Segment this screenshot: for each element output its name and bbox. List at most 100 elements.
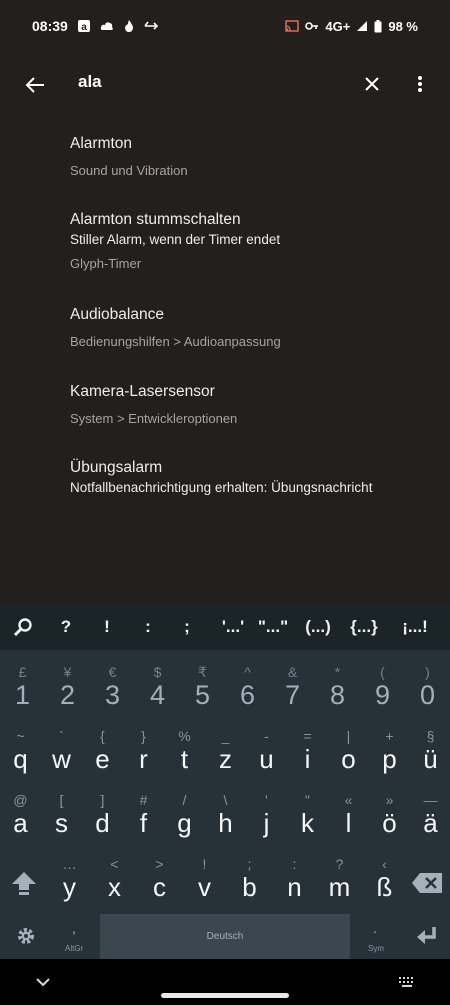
result-title: Kamera-Lasersensor: [70, 383, 215, 400]
key-k[interactable]: " k: [287, 792, 328, 840]
hide-keyboard-button[interactable]: [32, 973, 54, 991]
key-q[interactable]: ~ q: [0, 728, 41, 776]
key-9[interactable]: (9: [360, 664, 405, 712]
symbol-suggestion-key[interactable]: ?: [50, 604, 82, 650]
search-input[interactable]: ala: [78, 72, 102, 92]
keyboard-switch-button[interactable]: [396, 973, 418, 991]
key-main-label: 9: [374, 680, 391, 710]
symbol-suggestion-key[interactable]: (...): [297, 604, 339, 650]
key-hint-label: [: [59, 792, 64, 808]
key-5[interactable]: ₹5: [180, 664, 225, 712]
gear-icon: [18, 928, 34, 944]
search-result[interactable]: Alarmton Sound und Vibration: [70, 134, 440, 180]
key-1[interactable]: £1: [0, 664, 45, 712]
key-hint-label: ?: [335, 856, 344, 872]
key-f[interactable]: # f: [123, 792, 164, 840]
key-main-label: n: [287, 872, 302, 902]
key-ö[interactable]: » ö: [369, 792, 410, 840]
key-main-label: q: [13, 744, 28, 774]
search-result[interactable]: Alarmton stummschalten Stiller Alarm, we…: [70, 210, 440, 273]
altgr-label: AltGr: [65, 944, 84, 953]
key-hint-label: |: [346, 728, 351, 744]
symbol-suggestion-key[interactable]: ;: [171, 604, 203, 650]
key-t[interactable]: % t: [164, 728, 205, 776]
key-4[interactable]: $4: [135, 664, 180, 712]
key-i[interactable]: = i: [287, 728, 328, 776]
symbol-suggestion-key[interactable]: '...': [214, 604, 252, 650]
key-main-label: ß: [376, 872, 393, 902]
key-o[interactable]: | o: [328, 728, 369, 776]
comma-label: ,: [72, 920, 76, 936]
symbol-suggestion-key[interactable]: :: [132, 604, 164, 650]
key-c[interactable]: > c: [137, 856, 182, 904]
result-path: Glyph-Timer: [70, 256, 142, 271]
keyboard-suggestion-strip: ?!:; '...' "..." (...) {...} ¡...!: [0, 604, 450, 650]
key-u[interactable]: -u: [246, 728, 287, 776]
settings-search-screen: ala Alarmton Sound und Vibration Alarmto…: [0, 52, 450, 604]
clear-search-button[interactable]: [358, 70, 386, 98]
backspace-key[interactable]: [410, 869, 444, 897]
key-8[interactable]: * 8: [315, 664, 360, 712]
symbol-suggestion-key[interactable]: ¡...!: [392, 604, 438, 650]
key-s[interactable]: [s: [41, 792, 82, 840]
key-x[interactable]: < x: [92, 856, 137, 904]
search-result[interactable]: Audiobalance Bedienungshilfen > Audioanp…: [70, 305, 440, 351]
more-options-button[interactable]: [408, 70, 432, 98]
key-hint-label: ‹: [382, 856, 387, 872]
key-3[interactable]: €3: [90, 664, 135, 712]
key-p[interactable]: + p: [369, 728, 410, 776]
key-e[interactable]: {e: [82, 728, 123, 776]
result-title: Audiobalance: [70, 306, 164, 323]
key-d[interactable]: ] d: [82, 792, 123, 840]
key-v[interactable]: ! v: [182, 856, 227, 904]
key-z[interactable]: _ z: [205, 728, 246, 776]
key-ü[interactable]: § ü: [410, 728, 450, 776]
key-main-label: s: [55, 808, 68, 838]
symbol-suggestion-key[interactable]: !: [91, 604, 123, 650]
space-key[interactable]: Deutsch: [100, 914, 350, 959]
key-main-label: j: [263, 808, 270, 838]
back-button[interactable]: [20, 70, 50, 100]
cast-icon: [285, 20, 300, 32]
search-result[interactable]: Kamera-Lasersensor System > Entwicklerop…: [70, 382, 440, 428]
key-main-label: z: [219, 744, 232, 774]
key-hint-label: +: [385, 728, 394, 744]
key-n[interactable]: :n: [272, 856, 317, 904]
period-key[interactable]: . Sym: [360, 920, 392, 956]
key-m[interactable]: ? m: [317, 856, 362, 904]
symbol-suggestion-key[interactable]: "...": [253, 604, 293, 650]
key-l[interactable]: «l: [328, 792, 369, 840]
key-main-label: h: [218, 808, 233, 838]
key-6[interactable]: ^ 6: [225, 664, 270, 712]
key-j[interactable]: ' j: [246, 792, 287, 840]
key-hint-label: ': [265, 792, 268, 808]
key-w[interactable]: ` w: [41, 728, 82, 776]
keyboard-settings-key[interactable]: [12, 924, 40, 952]
key-hint-label: €: [108, 664, 117, 680]
enter-key[interactable]: [412, 924, 442, 950]
keyboard-search-button[interactable]: [8, 604, 38, 650]
key-main-label: 3: [104, 680, 121, 710]
key-7[interactable]: & 7: [270, 664, 315, 712]
key-g[interactable]: / g: [164, 792, 205, 840]
shift-key[interactable]: [6, 866, 42, 900]
key-ä[interactable]: — ä: [410, 792, 450, 840]
key-main-label: l: [345, 808, 352, 838]
key-h[interactable]: \ h: [205, 792, 246, 840]
comma-key[interactable]: , AltGr: [54, 920, 94, 956]
key-ß[interactable]: ‹ ß: [362, 856, 407, 904]
key-hint-label: ¥: [63, 664, 72, 680]
key-2[interactable]: ¥2: [45, 664, 90, 712]
key-r[interactable]: } r: [123, 728, 164, 776]
key-0[interactable]: ) 0: [405, 664, 450, 712]
key-hint-label: $: [153, 664, 162, 680]
key-a[interactable]: @ a: [0, 792, 41, 840]
search-result[interactable]: Übungsalarm Notfallbenachrichtigung erha…: [70, 458, 440, 497]
key-b[interactable]: ; b: [227, 856, 272, 904]
flame-notification-icon: [123, 19, 135, 33]
symbol-suggestion-key[interactable]: {...}: [342, 604, 386, 650]
key-y[interactable]: … y: [47, 856, 92, 904]
key-hint-label: «: [344, 792, 353, 808]
home-gesture-pill[interactable]: [161, 993, 289, 998]
key-hint-label: ₹: [198, 664, 207, 680]
